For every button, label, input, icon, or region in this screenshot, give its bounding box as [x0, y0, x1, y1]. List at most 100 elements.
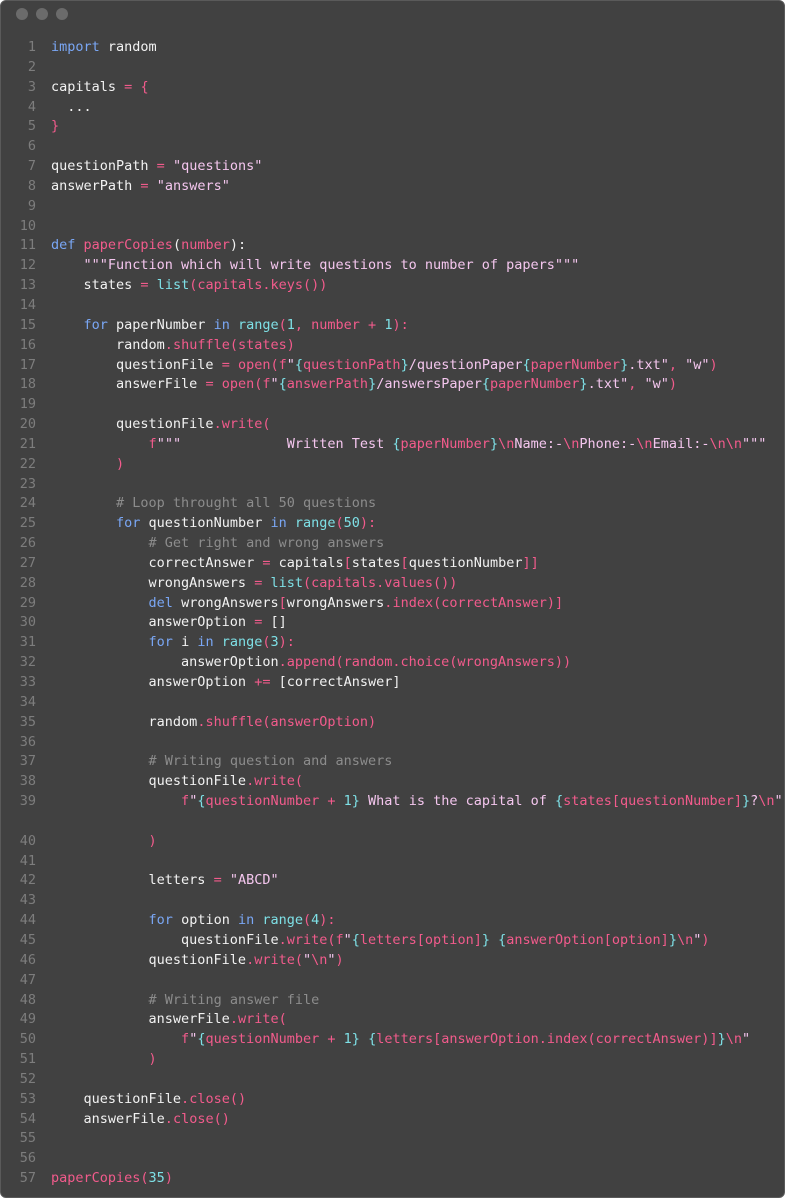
code-text: correctAnswer = capitals[states[question…	[51, 554, 539, 574]
code-token: number	[181, 237, 230, 254]
line-number: 18	[19, 376, 36, 393]
code-token: write(	[237, 1011, 287, 1028]
code-text: answerOption.append(random.choice(wrongA…	[51, 653, 571, 673]
code-token: states	[51, 277, 141, 294]
close-dot-icon[interactable]	[16, 8, 28, 20]
line-number: 31	[19, 634, 36, 651]
code-token: [	[400, 554, 409, 571]
code-token: questionNumber	[408, 554, 523, 571]
code-text: wrongAnswers = list(capitals.values())	[51, 574, 458, 594]
code-text: for i in range(3):	[51, 633, 295, 653]
line-number: 48	[19, 991, 36, 1008]
code-token: What is the capital of	[359, 793, 555, 810]
code-text: f""" Written Test {paperNumber}\nName:-\…	[51, 435, 767, 455]
code-line: 49 answerFile.write(	[1, 1010, 784, 1030]
code-line: 18 answerFile = open(f"{answerPath}/answ…	[1, 375, 784, 395]
code-token: f	[181, 793, 190, 810]
code-token: \n\n	[709, 435, 742, 452]
code-token: \n	[725, 1031, 742, 1048]
code-text: letters = "ABCD"	[51, 871, 279, 891]
code-text: # Writing answer file	[51, 991, 320, 1011]
code-token: }	[400, 356, 409, 373]
code-text: # Get right and wrong answers	[51, 534, 385, 554]
code-token: }	[351, 1031, 360, 1048]
code-text: capitals = {	[51, 78, 149, 98]
code-line: 8 answerPath = "answers"	[1, 177, 784, 197]
code-token: answerOption	[51, 674, 255, 690]
code-line: 12 """Function which will write question…	[1, 256, 784, 276]
code-text: import random	[51, 38, 157, 58]
code-text: for option in range(4):	[51, 911, 336, 931]
code-text: )	[51, 1050, 157, 1070]
line-number: 56	[19, 1150, 36, 1167]
code-token: .	[278, 931, 287, 948]
code-line: 51 )	[1, 1050, 784, 1070]
code-token: {	[392, 435, 401, 452]
code-token: letters[answerOption.index(correctAnswer…	[376, 1031, 718, 1048]
code-text: # Loop throught all 50 questions	[51, 494, 376, 514]
code-token: .	[246, 951, 255, 968]
minimize-dot-icon[interactable]	[36, 8, 48, 20]
line-number: 54	[19, 1110, 36, 1127]
line-number: 23	[19, 475, 36, 492]
code-token: answerFile	[51, 1110, 165, 1127]
code-token: /answersPaper	[376, 376, 482, 393]
code-line: 35 random.shuffle(answerOption)	[1, 713, 784, 733]
code-line: 30 answerOption = []	[1, 613, 784, 633]
code-token: }	[668, 931, 677, 948]
code-line: 57 paperCopies(35)	[1, 1169, 784, 1189]
line-number: 28	[19, 574, 36, 591]
code-token: index(correctAnswer)]	[392, 594, 564, 611]
code-text: answerFile = open(f"{answerPath}/answers…	[51, 375, 677, 395]
code-token: )	[709, 356, 718, 373]
code-token: .	[213, 416, 222, 433]
code-token: .txt"	[587, 376, 629, 393]
line-number: 30	[19, 614, 36, 631]
line-number: 16	[19, 336, 36, 353]
code-line: 37 # Writing question and answers	[1, 752, 784, 772]
code-token: questionFile	[51, 773, 247, 790]
code-text: }	[51, 117, 59, 137]
code-line: 41	[1, 852, 784, 872]
code-token: \n	[311, 951, 328, 968]
code-token: =	[221, 356, 230, 373]
line-number: 45	[19, 931, 36, 948]
code-token: "questions"	[172, 158, 263, 175]
line-number: 26	[19, 535, 36, 552]
code-line: 44 for option in range(4):	[1, 911, 784, 931]
code-token: wrongAnswers	[286, 594, 385, 611]
code-token: ):	[392, 316, 409, 333]
code-token: =	[140, 277, 149, 294]
line-number: 3	[27, 78, 36, 95]
maximize-dot-icon[interactable]	[56, 8, 68, 20]
code-line: 20 questionFile.write(	[1, 415, 784, 435]
line-number: 36	[19, 733, 36, 750]
code-editor[interactable]: 1 import random 2 3 capitals = {4 ... 5} 6 7 que…	[1, 38, 784, 1189]
code-text: del wrongAnswers[wrongAnswers.index(corr…	[51, 594, 564, 614]
code-token: paperNumber	[107, 316, 214, 333]
code-token: paperNumber	[530, 356, 621, 373]
code-text: random.shuffle(answerOption)	[51, 713, 377, 733]
code-line: 10	[1, 217, 784, 237]
code-token: questionFile	[51, 931, 279, 948]
code-token: write(	[254, 773, 303, 790]
code-token: [correctAnswer]	[270, 674, 401, 690]
code-token: ,	[628, 376, 645, 393]
code-text: paperCopies(35)	[51, 1169, 173, 1189]
code-text: questionFile.write(	[51, 415, 270, 435]
code-token: paperNumber	[490, 376, 580, 393]
code-token: \n	[758, 793, 775, 810]
code-token: answerOption	[51, 654, 279, 671]
line-number: 34	[19, 693, 36, 710]
code-token: ]]	[522, 554, 539, 571]
code-token: 3	[270, 634, 279, 651]
code-token: )	[668, 376, 677, 393]
